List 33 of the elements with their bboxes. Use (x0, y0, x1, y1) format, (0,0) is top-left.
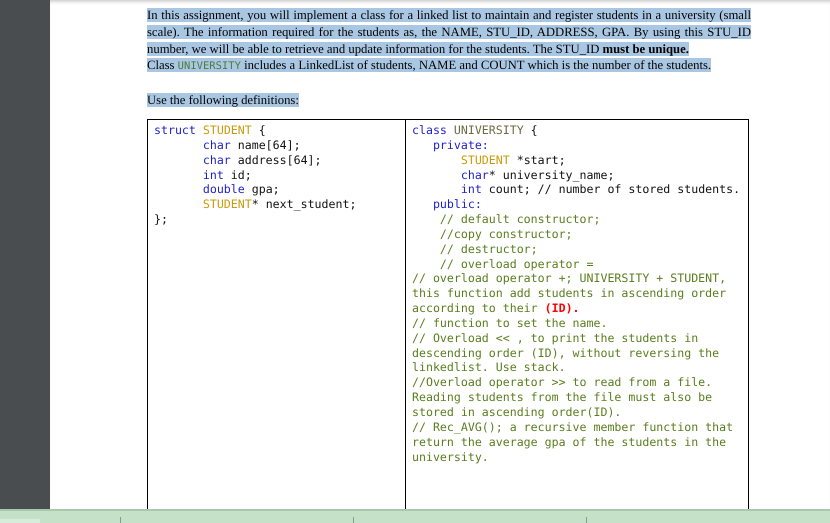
code-line: struct STUDENT { (154, 122, 267, 138)
code-line: //copy constructor; (438, 226, 574, 242)
code-line: // overload operator = (438, 256, 594, 272)
code-line: char name[64]; (202, 138, 302, 153)
code-line: public: (432, 197, 483, 212)
paragraph: Use the following definitions: (147, 92, 300, 109)
code-line: STUDENT *start; (460, 152, 567, 168)
code-line: char address[64]; (202, 152, 323, 168)
code-line: // overload operator +; UNIVERSITY + STUDENT, (412, 271, 728, 286)
code-line: descending order (ID), without reversing the (412, 346, 720, 360)
code-line: // default constructor; (438, 212, 602, 227)
code-line: university. (412, 450, 490, 464)
code-line: }; (154, 212, 169, 227)
code-line: Reading students from the file must also be (412, 390, 714, 406)
paragraph: Class UNIVERSITY includes a LinkedList of students, NAME and COUNT which is the number of the students. (147, 57, 712, 74)
code-line: // Rec_AVG(); a recursive member function that (412, 420, 734, 435)
code-line: int id; (202, 168, 253, 182)
code-line: private: (432, 138, 490, 153)
code-line: char* university_name; (460, 168, 616, 182)
paragraph: In this assignment, you will implement a class for a linked list to maintain and register students in a university (small scale). The information required for the students as, the NAME, STU_ID, ADDRESS, GPA. By using this STU_ID number, we will be able to retrieve and update information for the students. The STU_ID must be unique. (147, 7, 751, 58)
code-line: linkedlist. Use stack. (412, 360, 567, 376)
code-line: stored in ascending order(ID). (412, 405, 622, 420)
code-line: //Overload operator >> to read from a file. (412, 375, 714, 390)
code-line: int count; // number of stored students. (460, 182, 742, 198)
code-line: double gpa; (202, 182, 281, 198)
code-line: // function to set the name. (412, 316, 608, 331)
code-line: // destructor; (438, 242, 539, 257)
code-line: STUDENT* next_student; (202, 197, 358, 212)
code-line: according to their (ID). (412, 301, 581, 316)
code-line: // Overload << , to print the students in (412, 330, 700, 346)
code-line: class UNIVERSITY { (412, 122, 539, 138)
code-line: this function add students in ascending order (412, 286, 728, 302)
code-line: return the average gpa of the students in the (412, 434, 728, 450)
